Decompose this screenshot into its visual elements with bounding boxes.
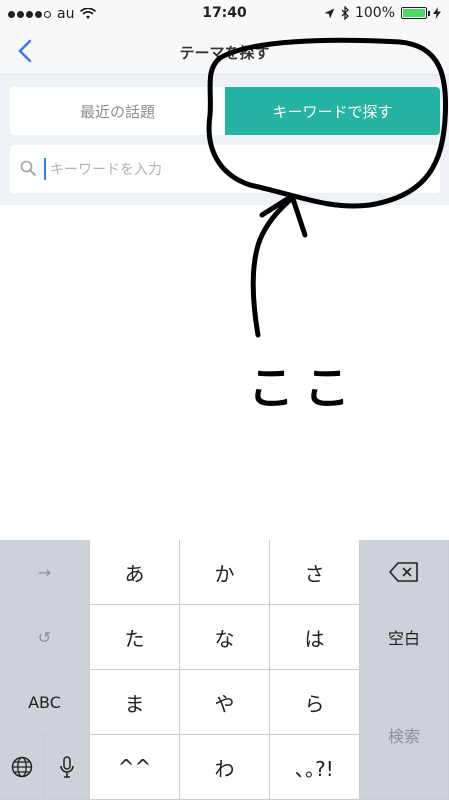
key-search[interactable]: 検索 — [360, 670, 449, 800]
keyword-input[interactable] — [48, 153, 432, 187]
key-a[interactable]: あ — [90, 540, 180, 605]
key-wa[interactable]: わ — [180, 735, 270, 800]
bluetooth-icon — [341, 6, 349, 20]
key-ha[interactable]: は — [270, 605, 360, 670]
key-ra[interactable]: ら — [270, 670, 360, 735]
key-next-arrow[interactable]: → — [0, 540, 90, 605]
tab-recent-topics[interactable]: 最近の話題 — [10, 87, 225, 135]
key-punctuation[interactable]: ､｡?! — [270, 735, 360, 800]
charging-bolt-icon — [433, 7, 441, 19]
key-undo[interactable]: ↺ — [0, 605, 90, 670]
key-sa[interactable]: さ — [270, 540, 360, 605]
annotation-text: ここ — [248, 361, 360, 415]
key-emoticon[interactable]: ^^ — [90, 735, 180, 800]
key-globe[interactable] — [0, 735, 45, 800]
segmented-control: 最近の話題 キーワードで探す — [10, 87, 440, 135]
japanese-keyboard: → ↺ ABC あ か さ た な は ま や ら ^^ わ ､｡?! 空白 検… — [0, 540, 449, 800]
key-ma[interactable]: ま — [90, 670, 180, 735]
page-title: テーマを探す — [179, 44, 270, 62]
search-icon — [20, 160, 36, 176]
backspace-icon — [389, 562, 418, 582]
text-cursor — [44, 158, 46, 180]
key-ta[interactable]: た — [90, 605, 180, 670]
key-ka[interactable]: か — [180, 540, 270, 605]
location-arrow-icon — [324, 8, 335, 18]
status-bar: au 17:40 100% — [0, 0, 449, 28]
search-box[interactable] — [10, 145, 440, 193]
microphone-icon — [60, 756, 74, 778]
key-ya[interactable]: や — [180, 670, 270, 735]
battery-icon — [401, 7, 430, 19]
key-microphone[interactable] — [45, 735, 90, 800]
search-panel: 最近の話題 キーワードで探す — [0, 75, 449, 205]
navigation-bar: テーマを探す — [0, 28, 449, 75]
globe-icon — [11, 756, 33, 778]
status-right: 100% — [324, 5, 441, 21]
key-abc[interactable]: ABC — [0, 670, 90, 735]
key-space[interactable]: 空白 — [360, 605, 449, 670]
battery-percent: 100% — [354, 5, 395, 21]
annotation-arrow-shaft — [250, 195, 295, 338]
key-na[interactable]: な — [180, 605, 270, 670]
key-backspace[interactable] — [360, 540, 449, 605]
tab-keyword-search[interactable]: キーワードで探す — [225, 87, 440, 135]
